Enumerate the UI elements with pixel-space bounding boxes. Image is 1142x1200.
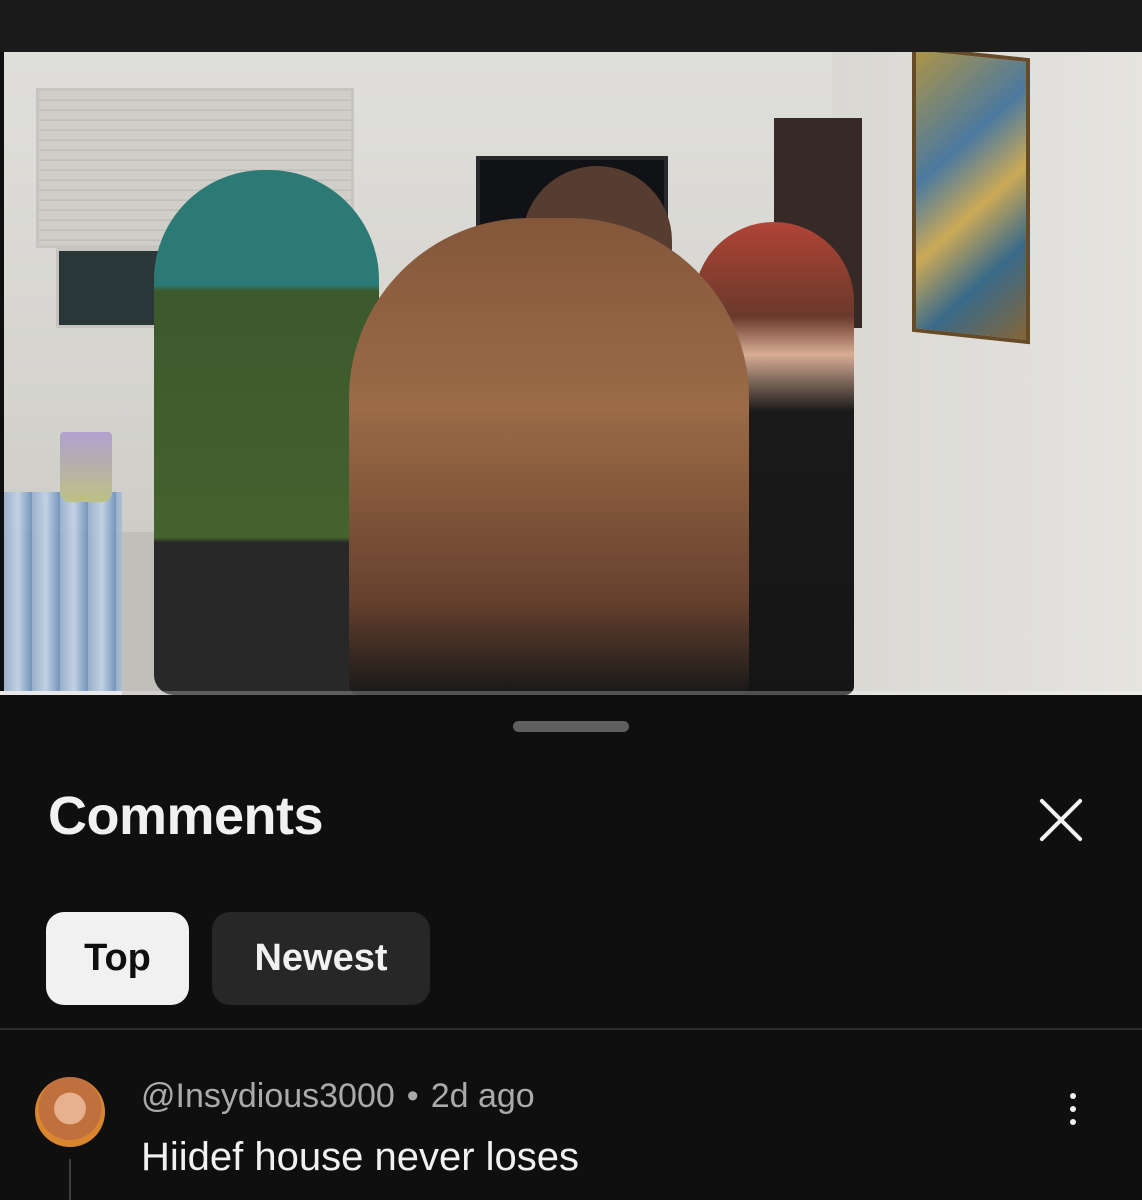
filter-chip-newest[interactable]: Newest: [212, 912, 430, 1005]
top-status-strip: [0, 0, 1142, 52]
filter-chip-top[interactable]: Top: [46, 912, 189, 1005]
divider: [0, 1028, 1142, 1030]
video-player[interactable]: [4, 52, 1142, 695]
comment-text: Hiidef house never loses: [141, 1135, 580, 1179]
avatar[interactable]: [35, 1077, 105, 1147]
comment-item: @Insydious3000 • 2d ago Hiidef house never…: [0, 1067, 1142, 1200]
comment-time: 2d ago: [430, 1077, 535, 1115]
drag-handle[interactable]: [513, 721, 629, 732]
comment-author[interactable]: @Insydious3000: [141, 1077, 395, 1115]
meta-separator: •: [406, 1077, 419, 1115]
thread-line: [69, 1159, 71, 1200]
close-icon[interactable]: [1034, 793, 1088, 847]
comments-sheet: Comments Top Newest @Insydious3000 • 2d ag…: [0, 695, 1142, 1200]
more-vertical-icon[interactable]: [1056, 1091, 1090, 1131]
comments-title: Comments: [48, 786, 324, 846]
comment-meta: @Insydious3000 • 2d ago: [141, 1077, 535, 1116]
